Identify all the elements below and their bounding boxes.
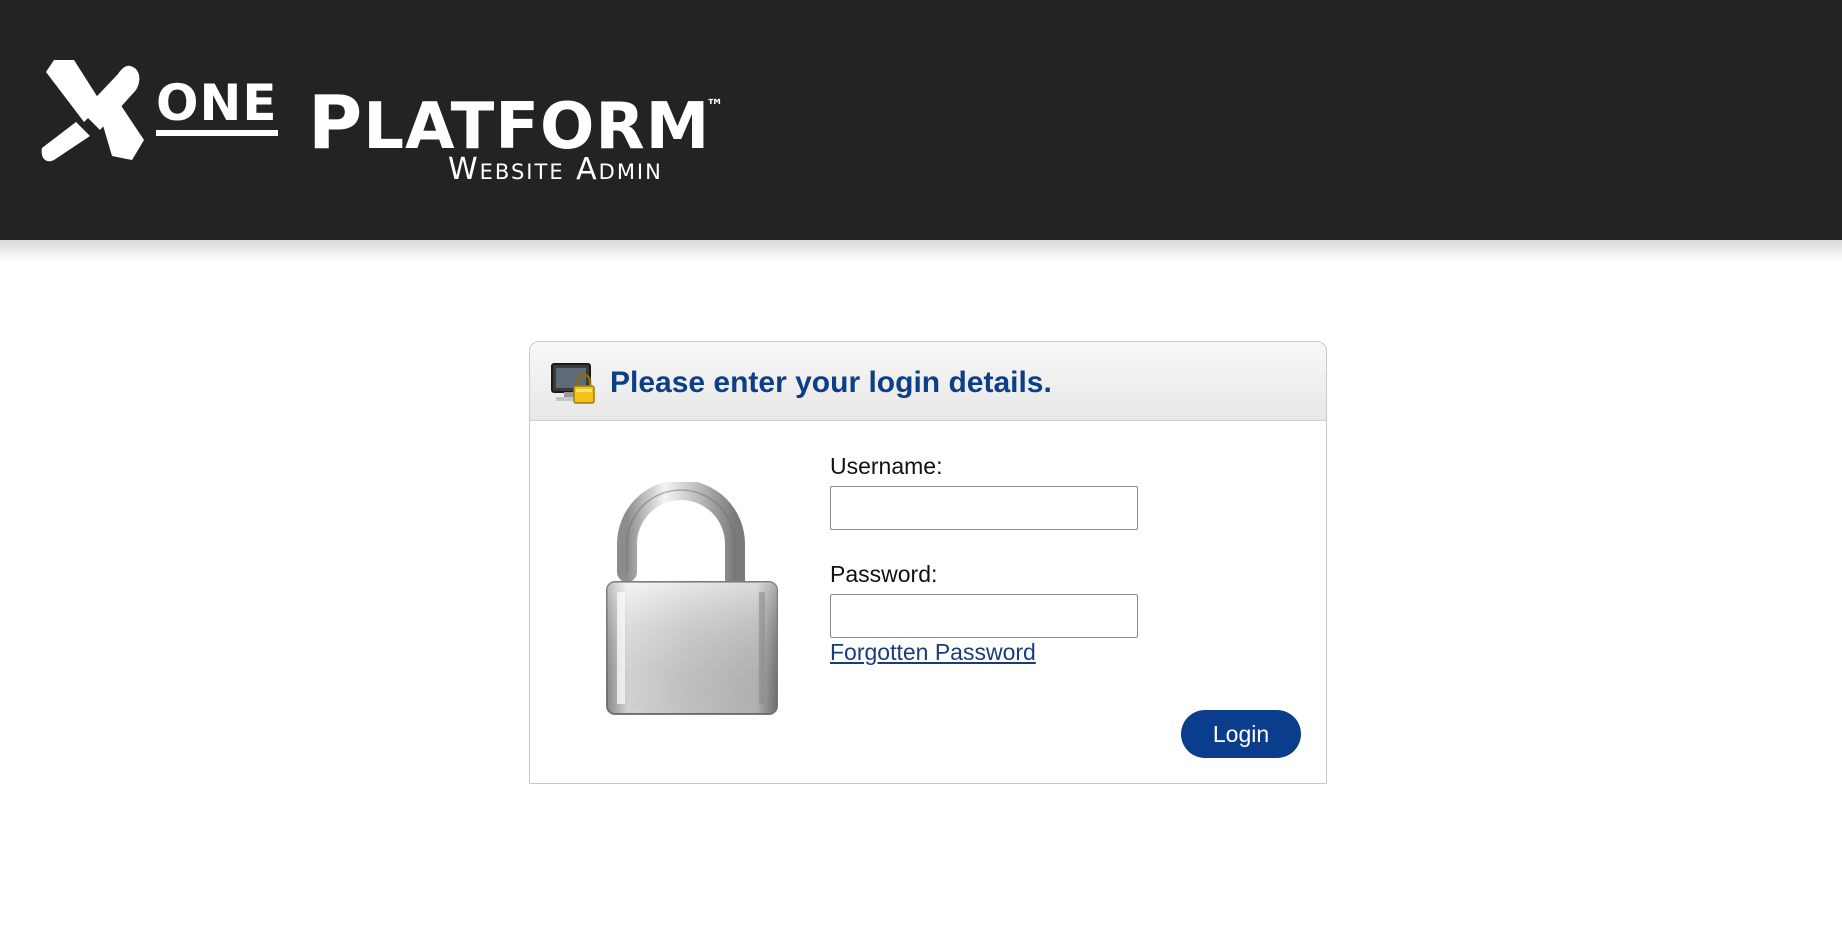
password-label: Password: — [830, 561, 938, 587]
login-title: Please enter your login details. — [610, 366, 1052, 399]
username-label: Username: — [830, 453, 943, 479]
logo-word-platform: PLATFORM — [308, 86, 710, 160]
password-input[interactable] — [830, 594, 1138, 638]
site-header: ONE PLATFORM ™ Website Admin — [0, 0, 1842, 240]
forgotten-password-link[interactable]: Forgotten Password — [830, 639, 1036, 666]
logo-word-one: ONE — [156, 78, 278, 136]
login-panel: Please enter your login details. Usernam… — [529, 341, 1327, 784]
login-panel-header: Please enter your login details. — [530, 342, 1326, 421]
login-button[interactable]: Login — [1181, 710, 1301, 758]
logo-trademark: ™ — [706, 96, 724, 117]
logo-platform-initial: P — [308, 80, 364, 166]
oneplatform-logo[interactable]: ONE PLATFORM ™ Website Admin — [40, 56, 750, 196]
header-shadow — [0, 240, 1842, 262]
open-padlock-icon — [606, 482, 778, 715]
monitor-lock-icon — [551, 363, 595, 404]
logo-subtitle: Website Admin — [448, 152, 663, 187]
username-input[interactable] — [830, 486, 1138, 530]
x-logo-mark-icon — [41, 60, 144, 162]
